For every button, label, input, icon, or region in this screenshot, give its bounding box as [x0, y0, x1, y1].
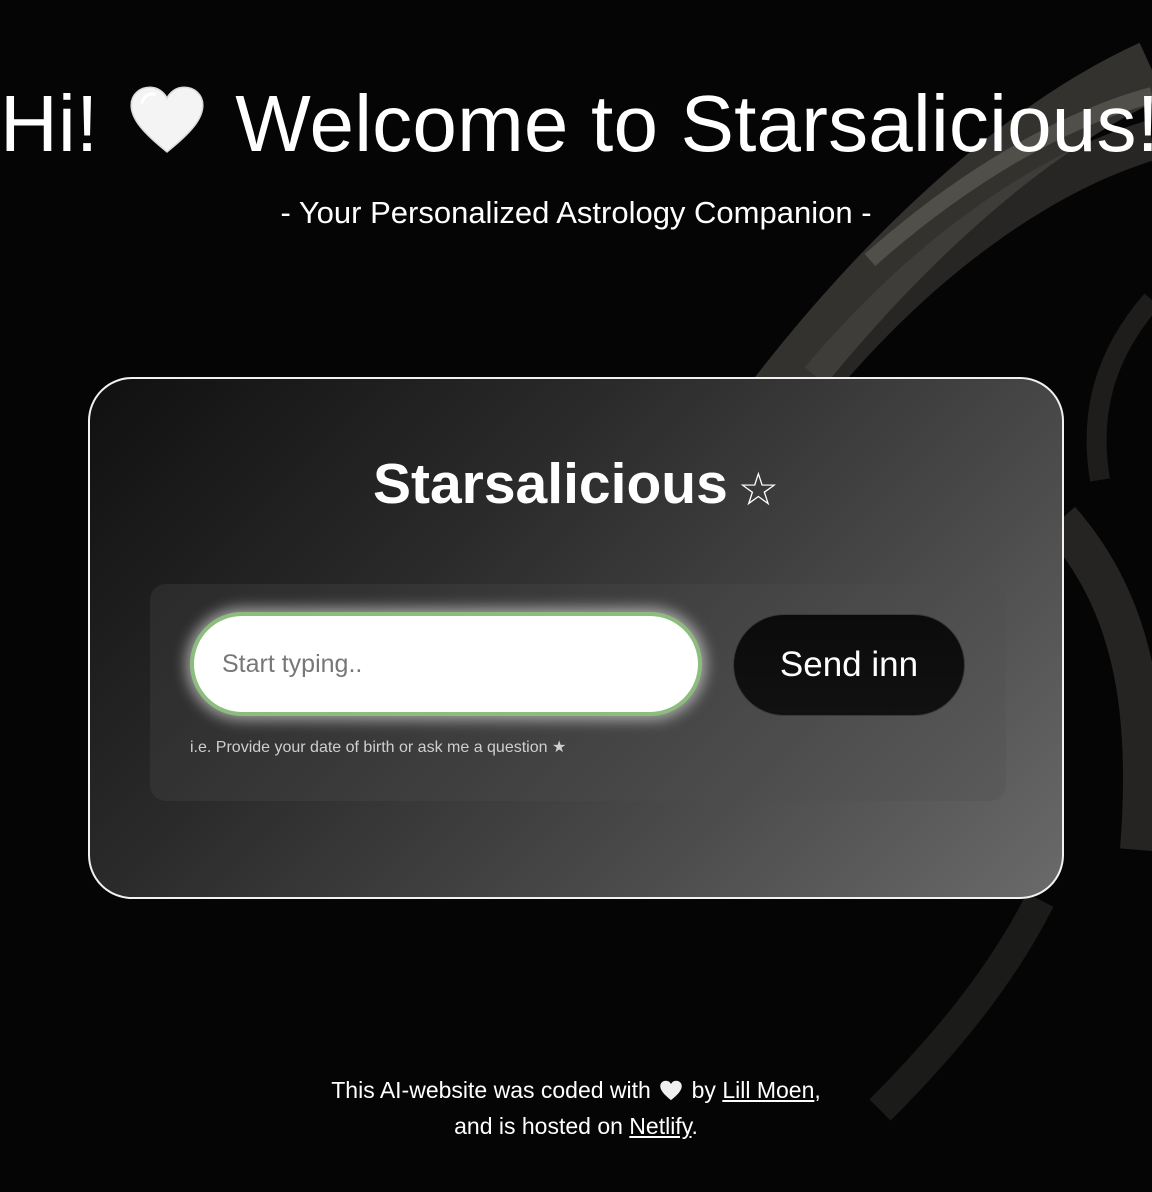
title-greeting: Hi!: [0, 79, 99, 168]
card-title-text: Starsalicious: [372, 452, 728, 516]
star-outline-icon: ☆: [737, 462, 780, 516]
input-hint: i.e. Provide your date of birth or ask m…: [190, 739, 567, 756]
footer-line-1: This AI-website was coded with by Lill M…: [0, 1072, 1152, 1108]
footer-hosted-text: and is hosted on: [454, 1113, 623, 1139]
footer-line-2: and is hosted on Netlify.: [0, 1108, 1152, 1144]
author-link[interactable]: Lill Moen: [722, 1077, 814, 1103]
host-link[interactable]: Netlify: [629, 1113, 691, 1139]
white-heart-icon: [127, 82, 207, 153]
title-welcome: Welcome to Starsalicious!: [235, 79, 1152, 168]
card-title: Starsalicious ☆: [90, 453, 1062, 520]
footer-by-text: by: [691, 1077, 716, 1103]
chat-form: Send inn i.e. Provide your date of birth…: [150, 584, 1006, 801]
footer-comma: ,: [814, 1077, 821, 1103]
chat-input[interactable]: [190, 612, 702, 716]
page-title: Hi! Welcome to Starsalicious!: [0, 78, 1152, 170]
send-button[interactable]: Send inn: [733, 614, 965, 716]
chat-card: Starsalicious☆ Send inn i.e. Provide you…: [88, 377, 1064, 899]
page-subtitle: - Your Personalized Astrology Companion …: [280, 195, 872, 230]
footer-period: .: [691, 1113, 698, 1139]
footer-credit-text: This AI-website was coded with: [331, 1077, 651, 1103]
white-heart-icon: [659, 1075, 683, 1101]
footer: This AI-website was coded with by Lill M…: [0, 1072, 1152, 1144]
